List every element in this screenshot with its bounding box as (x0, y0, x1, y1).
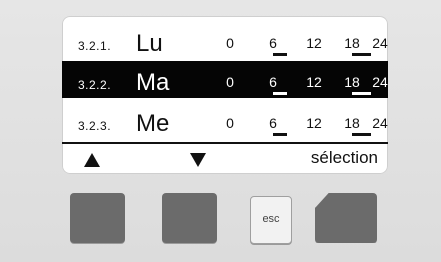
day-label: Lu (136, 30, 163, 57)
softkey-divider (62, 142, 388, 144)
hour-tick-label: 18 (344, 115, 360, 131)
hour-tick-label: 0 (226, 35, 234, 51)
active-period-bar (352, 92, 371, 95)
hour-tick-label: 18 (344, 74, 360, 90)
softkey-button-selection[interactable] (315, 193, 377, 243)
controller-panel: 3.2.1. Lu 0 6 12 18 24 3.2.2. Ma 0 6 12 18 24 3.2.3. Me… (0, 0, 441, 262)
schedule-row-ma[interactable]: 3.2.2. Ma 0 6 12 18 24 (62, 61, 388, 98)
hour-tick-label: 12 (306, 74, 322, 90)
hour-tick-label: 24 (372, 74, 388, 90)
schedule-row-lu[interactable]: 3.2.1. Lu 0 6 12 18 24 (62, 22, 388, 59)
day-label: Me (136, 110, 170, 137)
softkey-selection-label: sélection (310, 148, 378, 167)
hour-tick-label: 18 (344, 35, 360, 51)
menu-code: 3.2.3. (78, 119, 112, 133)
schedule-row-me[interactable]: 3.2.3. Me 0 6 12 18 24 (62, 102, 388, 139)
up-arrow-icon (84, 153, 100, 167)
hour-tick-label: 12 (306, 35, 322, 51)
hour-tick-label: 0 (226, 115, 234, 131)
hour-tick-label: 12 (306, 115, 322, 131)
hour-tick-label: 6 (269, 74, 277, 90)
softkey-button-down[interactable] (162, 193, 217, 243)
esc-button-label: esc (262, 213, 280, 225)
active-period-bar (352, 53, 371, 56)
active-period-bar (352, 133, 371, 136)
hour-tick-label: 6 (269, 35, 277, 51)
hour-tick-label: 6 (269, 115, 277, 131)
menu-code: 3.2.1. (78, 39, 112, 53)
hour-tick-label: 24 (372, 35, 388, 51)
lcd-screen: 3.2.1. Lu 0 6 12 18 24 3.2.2. Ma 0 6 12 18 24 3.2.3. Me… (62, 16, 388, 174)
active-period-bar (273, 53, 287, 56)
day-label: Ma (136, 69, 170, 96)
active-period-bar (273, 133, 287, 136)
menu-code: 3.2.2. (78, 78, 112, 92)
down-arrow-icon (190, 153, 206, 167)
esc-button[interactable]: esc (250, 196, 292, 244)
softkey-button-up[interactable] (70, 193, 125, 243)
hour-tick-label: 24 (372, 115, 388, 131)
hour-tick-label: 0 (226, 74, 234, 90)
active-period-bar (273, 92, 287, 95)
